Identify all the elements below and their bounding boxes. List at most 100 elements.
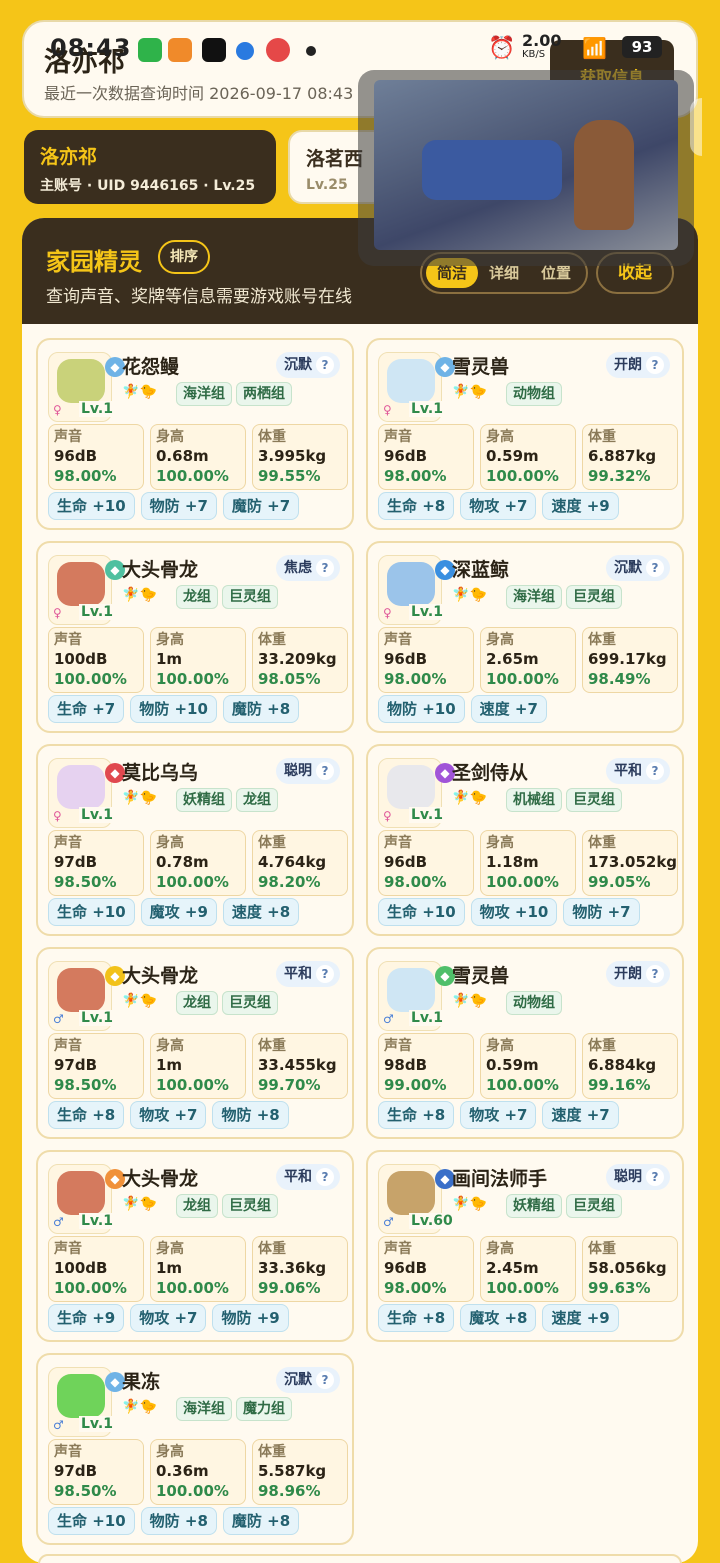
trait-icons: 🧚🐤 [452, 1196, 487, 1212]
attribute-tag: 速度 +7 [542, 1101, 619, 1129]
group-tag: 巨灵组 [222, 991, 278, 1015]
group-tag: 魔力组 [236, 1397, 292, 1421]
stat-boxes: 声音 97dB 98.50% 身高 0.78m 100.00% 体重 4.764kg 98.20… [48, 830, 348, 896]
stat-weight: 体重 699.17kg 98.49% [582, 627, 678, 693]
help-icon[interactable]: ? [316, 356, 334, 374]
sprite-avatar: ♀ Lv.1 ◆ [378, 555, 455, 625]
help-icon[interactable]: ? [316, 1168, 334, 1186]
account-tab-main[interactable]: 洛亦祁 主账号 · UID 9446165 · Lv.25 [24, 130, 276, 204]
group-tag: 动物组 [506, 991, 562, 1015]
gender-icon: ♂ [53, 1012, 64, 1026]
stat-label: 身高 [486, 1241, 514, 1257]
mood-badge[interactable]: 开朗? [606, 352, 670, 378]
gender-icon: ♂ [53, 1215, 64, 1229]
help-icon[interactable]: ? [646, 559, 664, 577]
sort-button[interactable]: 排序 [158, 240, 210, 274]
mood-label: 开朗 [614, 966, 642, 982]
mood-badge[interactable]: 开朗? [606, 961, 670, 987]
mood-badge[interactable]: 沉默? [606, 555, 670, 581]
fairy-icon: 🧚 [452, 1196, 470, 1212]
sprite-avatar: ♀ Lv.1 ◆ [48, 352, 125, 422]
stat-value: 5.587kg [258, 1462, 327, 1480]
stat-height: 身高 2.45m 100.00% [480, 1236, 576, 1302]
sprite-card[interactable]: ♀ Lv.1 ◆ 莫比乌乌 聪明? 🧚🐤 妖精组 龙组 声音 97dB 98.50% 身高 0.78m 1… [36, 744, 354, 936]
stat-sound: 声音 96dB 98.00% [48, 424, 144, 490]
stat-value: 0.36m [156, 1462, 209, 1480]
mood-badge[interactable]: 平和? [606, 758, 670, 784]
stat-sound: 声音 96dB 98.00% [378, 830, 474, 896]
mood-badge[interactable]: 聪明? [276, 758, 340, 784]
trait-icons: 🧚🐤 [452, 993, 487, 1009]
sprite-card[interactable]: ♂ Lv.1 ◆ 果冻 沉默? 🧚🐤 海洋组 魔力组 声音 97dB 98.50% 身高 0.36m 10… [36, 1353, 354, 1545]
mood-label: 沉默 [284, 1372, 312, 1388]
attribute-tag: 物防 +7 [563, 898, 640, 926]
stat-percentile: 98.50% [54, 1482, 117, 1500]
help-icon[interactable]: ? [646, 762, 664, 780]
floating-video-window[interactable] [358, 70, 694, 266]
sprite-card[interactable]: ♀ Lv.1 ◆ 圣剑侍从 平和? 🧚🐤 机械组 巨灵组 声音 96dB 98.00% 身高 1.18m… [366, 744, 684, 936]
stat-label: 体重 [258, 1241, 286, 1257]
help-icon[interactable]: ? [316, 762, 334, 780]
sprite-portrait [57, 1171, 105, 1215]
help-icon[interactable]: ? [316, 965, 334, 983]
stat-height: 身高 0.59m 100.00% [480, 424, 576, 490]
sprite-card[interactable]: ♂ Lv.1 ◆ 大头骨龙 平和? 🧚🐤 龙组 巨灵组 声音 100dB 100.00% 身高 1m 10… [36, 1150, 354, 1342]
sprite-level: Lv.1 [79, 1213, 115, 1229]
stat-value: 0.68m [156, 447, 209, 465]
stat-value: 0.78m [156, 853, 209, 871]
sprite-card[interactable]: ♀ Lv.1 ◆ 大头骨龙 焦虑? 🧚🐤 龙组 巨灵组 声音 100dB 100.00% 身高 1m 10… [36, 541, 354, 733]
sprite-level: Lv.1 [79, 1416, 115, 1432]
mood-badge[interactable]: 焦虑? [276, 555, 340, 581]
sprite-name: 莫比乌乌 [122, 762, 199, 784]
group-tag: 巨灵组 [566, 585, 622, 609]
help-icon[interactable]: ? [646, 356, 664, 374]
help-icon[interactable]: ? [646, 1168, 664, 1186]
gender-icon: ♀ [383, 403, 392, 417]
stat-weight: 体重 6.884kg 99.16% [582, 1033, 678, 1099]
stat-percentile: 99.05% [588, 873, 651, 891]
mood-label: 平和 [284, 1169, 312, 1185]
stat-percentile: 100.00% [156, 670, 229, 688]
stat-value: 3.995kg [258, 447, 327, 465]
stat-sound: 声音 100dB 100.00% [48, 627, 144, 693]
sprite-name: 大头骨龙 [122, 965, 199, 987]
bird-icon: 🐤 [139, 384, 157, 400]
stat-sound: 声音 97dB 98.50% [48, 830, 144, 896]
sprite-card[interactable]: ♀ Lv.1 ◆ 深蓝鲸 沉默? 🧚🐤 海洋组 巨灵组 声音 96dB 98.00% 身高 2.65m 1… [366, 541, 684, 733]
stat-value: 2.65m [486, 650, 539, 668]
bird-icon: 🐤 [139, 1196, 157, 1212]
mood-badge[interactable]: 沉默? [276, 352, 340, 378]
attribute-tag: 速度 +9 [542, 492, 619, 520]
help-icon[interactable]: ? [316, 559, 334, 577]
sprite-avatar: ♂ Lv.1 ◆ [48, 1367, 125, 1437]
sprite-card[interactable]: ♀ Lv.1 ◆ 雪灵兽 开朗? 🧚🐤 动物组 声音 96dB 98.00% 身高 0.59m 100.… [366, 338, 684, 530]
attribute-tag: 物攻 +7 [460, 492, 537, 520]
mood-badge[interactable]: 平和? [276, 1164, 340, 1190]
attribute-tag: 生命 +8 [48, 1101, 125, 1129]
stat-value: 58.056kg [588, 1259, 667, 1277]
help-icon[interactable]: ? [646, 965, 664, 983]
attribute-tag: 生命 +10 [48, 492, 135, 520]
stat-percentile: 98.00% [384, 1279, 447, 1297]
game-app-icon [266, 38, 290, 62]
stat-sound: 声音 98dB 99.00% [378, 1033, 474, 1099]
mood-badge[interactable]: 沉默? [276, 1367, 340, 1393]
mood-badge[interactable]: 平和? [276, 961, 340, 987]
sprite-card[interactable]: ♂ Lv.60 ◆ 画间法师手 聪明? 🧚🐤 妖精组 巨灵组 声音 96dB 98.00% 身高 2.4… [366, 1150, 684, 1342]
trait-icons: 🧚🐤 [452, 384, 487, 400]
stat-value: 699.17kg [588, 650, 667, 668]
sprite-card[interactable]: ♀ Lv.1 ◆ 花怨鳗 沉默? 🧚🐤 海洋组 两栖组 声音 96dB 98.00% 身高 0.68m 1… [36, 338, 354, 530]
sprite-card[interactable]: ♂ Lv.1 ◆ 大头骨龙 平和? 🧚🐤 龙组 巨灵组 声音 97dB 98.50% 身高 1m 100.… [36, 947, 354, 1139]
sprite-level: Lv.1 [409, 401, 445, 417]
stat-label: 身高 [156, 1038, 184, 1054]
mood-badge[interactable]: 聪明? [606, 1164, 670, 1190]
browser-icon [236, 42, 254, 60]
group-tags: 海洋组 巨灵组 [506, 585, 622, 609]
side-drawer-handle[interactable] [690, 98, 702, 156]
mood-label: 平和 [614, 763, 642, 779]
stat-percentile: 99.06% [258, 1279, 321, 1297]
help-icon[interactable]: ? [316, 1371, 334, 1389]
attribute-tag: 魔防 +8 [222, 695, 300, 723]
sprite-card[interactable]: ♂ Lv.1 ◆ 雪灵兽 开朗? 🧚🐤 动物组 声音 98dB 99.00% 身高 0.59m 100.… [366, 947, 684, 1139]
group-tag: 龙组 [236, 788, 278, 812]
